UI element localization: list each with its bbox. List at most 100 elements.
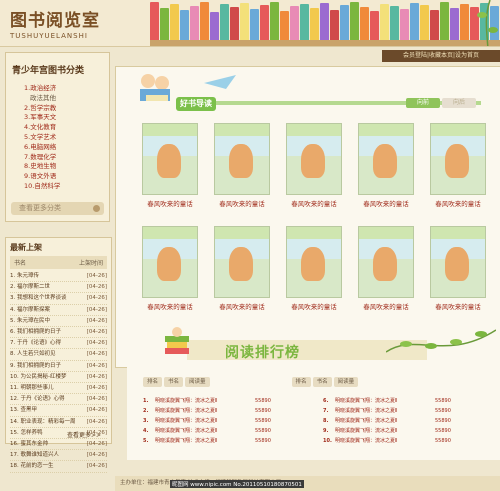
prev-button[interactable]: 向前 (406, 98, 440, 108)
category-item[interactable]: 政法其他 (24, 94, 109, 104)
ranking-column-header: 排名 (143, 377, 163, 387)
book-title[interactable]: 春风吹来的童话 (350, 301, 422, 311)
book-date: [04-26] (86, 418, 107, 425)
list-item[interactable]: 5. 朱元璋在民中 [04-26] (10, 316, 107, 328)
arrow-icon (93, 204, 100, 212)
book-title[interactable]: 春风吹来的童话 (134, 198, 206, 208)
ranking-row[interactable]: 7. 明晓溪旋翼飞翔：流冰之夏Ⅱ 55890 (323, 406, 500, 416)
list-item[interactable]: 6. 我们相拥爬的日子 [04-26] (10, 327, 107, 339)
book-spine (150, 2, 159, 40)
category-box: 青少年宫图书分类 1.政治经济 政法其他 2.哲学宗教 3.军事天文 4.文化教育 5.文… (5, 52, 110, 222)
rank-book: 明晓溪旋翼飞翔：流冰之夏Ⅱ (335, 428, 398, 434)
book-cover[interactable] (358, 226, 414, 298)
category-item[interactable]: 5.文学艺术 (24, 133, 109, 143)
next-button[interactable]: 向后 (442, 98, 476, 108)
more-categories-label: 查看更多分类 (19, 203, 61, 212)
ranking-row[interactable]: 8. 明晓溪旋翼飞翔：流冰之夏Ⅱ 55890 (323, 416, 500, 426)
book-card[interactable]: 春风吹来的童话 (134, 226, 206, 311)
book-cover[interactable] (286, 226, 342, 298)
book-date: [04-26] (86, 373, 107, 380)
book-cover[interactable] (142, 226, 198, 298)
list-item[interactable]: 13. 查黑甲 [04-26] (10, 405, 107, 417)
ranking-column-header: 书名 (312, 377, 332, 387)
book-spine (280, 11, 289, 40)
book-cover[interactable] (214, 226, 270, 298)
ranking-row[interactable]: 10. 明晓溪旋翼飞翔：流冰之夏Ⅱ 55890 (323, 436, 500, 446)
user-links[interactable]: 会员登陆|收藏本页|设为首页 (382, 50, 500, 62)
category-item[interactable]: 7.数理化学 (24, 153, 109, 163)
book-card[interactable]: 春风吹来的童话 (350, 226, 422, 311)
book-title[interactable]: 春风吹来的童话 (350, 198, 422, 208)
rank-book: 明晓溪旋翼飞翔：流冰之夏Ⅱ (155, 428, 218, 434)
list-item[interactable]: 10. 为公民揭秘-红楼梦 [04-26] (10, 372, 107, 384)
list-item[interactable]: 18. 花前的恋一生 [04-26] (10, 461, 107, 473)
list-item[interactable]: 9. 我们相拥爬的日子 [04-26] (10, 361, 107, 372)
ranking-row[interactable]: 4. 明晓溪旋翼飞翔：流冰之夏Ⅱ 55890 (143, 426, 323, 436)
list-item[interactable]: 1. 朱元璋传 [04-26] (10, 271, 107, 283)
book-title[interactable]: 春风吹来的童话 (206, 198, 278, 208)
list-item[interactable]: 4. 福尔摩斯探案 [04-26] (10, 305, 107, 316)
list-item[interactable]: 16. 蜜其东金帅 [04-26] (10, 439, 107, 451)
ranking-column-header: 阅读量 (185, 377, 210, 387)
watermark: 昵图网 www.nipic.com No.20110510180870501 (170, 480, 304, 488)
book-cover[interactable] (430, 123, 486, 195)
list-item[interactable]: 3. 我想和这个世界谈谈 [04-26] (10, 293, 107, 305)
ranking-row[interactable]: 5. 明晓溪旋翼飞翔：流冰之夏Ⅱ 55890 (143, 436, 323, 446)
list-item[interactable]: 12. 于丹《论语》心得 [04-26] (10, 394, 107, 406)
book-title[interactable]: 春风吹来的童话 (134, 301, 206, 311)
ranking-row[interactable]: 3. 明晓溪旋翼飞翔：流冰之夏Ⅱ 55890 (143, 416, 323, 426)
list-item[interactable]: 14. 职业表现：精彩每一周 [04-26] (10, 417, 107, 428)
book-title[interactable]: 春风吹来的童话 (278, 301, 350, 311)
ranking-title: 阅读排行榜 (225, 345, 300, 361)
book-card[interactable]: 春风吹来的童话 (206, 226, 278, 311)
ranking-header: 排名 书名 阅读量 排名 书名 阅读量 (143, 377, 359, 387)
book-card[interactable]: 春风吹来的童话 (278, 226, 350, 311)
ranking-row[interactable]: 2. 明晓溪旋翼飞翔：流冰之夏Ⅱ 55890 (143, 406, 323, 416)
rank-count: 55890 (435, 438, 451, 444)
book-cover[interactable] (430, 226, 486, 298)
book-cover[interactable] (286, 123, 342, 195)
ranking-row[interactable]: 6. 明晓溪旋翼飞翔：流冰之夏Ⅱ 55890 (323, 396, 500, 406)
category-item[interactable]: 10.自然科学 (24, 182, 109, 192)
book-spine (190, 6, 199, 40)
book-grid: 春风吹来的童话 春风吹来的童话 春风吹来的童话 春风吹来的童话 春风吹来的童话 春风吹来的… (134, 123, 494, 311)
book-card[interactable]: 春风吹来的童话 (422, 123, 494, 208)
book-title[interactable]: 春风吹来的童话 (422, 301, 494, 311)
book-card[interactable]: 春风吹来的童话 (206, 123, 278, 208)
category-item[interactable]: 8.史地生物 (24, 162, 109, 172)
book-title[interactable]: 春风吹来的童话 (278, 198, 350, 208)
category-item[interactable]: 1.政治经济 (24, 84, 109, 94)
rank-book: 明晓溪旋翼飞翔：流冰之夏Ⅱ (155, 408, 218, 414)
ranking-column-header: 排名 (291, 377, 311, 387)
list-item[interactable]: 2. 福尔摩斯二世 [04-26] (10, 282, 107, 294)
book-title[interactable]: 春风吹来的童话 (422, 198, 494, 208)
category-item[interactable]: 9.语文外语 (24, 172, 109, 182)
logo[interactable]: 图书阅览室 TUSHUYUELANSHI (10, 6, 100, 40)
rank-count: 55890 (435, 418, 451, 424)
book-spine (290, 6, 299, 40)
category-item[interactable]: 4.文化教育 (24, 123, 109, 133)
category-item[interactable]: 3.军事天文 (24, 113, 109, 123)
list-item[interactable]: 11. 明朝那些事儿 [04-26] (10, 383, 107, 395)
book-title[interactable]: 春风吹来的童话 (206, 301, 278, 311)
list-item[interactable]: 8. 人生若只如初见 [04-26] (10, 349, 107, 361)
book-cover[interactable] (358, 123, 414, 195)
book-cover[interactable] (214, 123, 270, 195)
book-card[interactable]: 春风吹来的童话 (278, 123, 350, 208)
book-name: 4. 福尔摩斯探案 (10, 306, 50, 313)
ranking-row[interactable]: 1. 明晓溪旋翼飞翔：流冰之夏Ⅱ 55890 (143, 396, 323, 406)
category-item[interactable]: 2.哲学宗教 (24, 104, 109, 114)
book-card[interactable]: 春风吹来的童话 (350, 123, 422, 208)
book-card[interactable]: 春风吹来的童话 (134, 123, 206, 208)
category-item[interactable]: 6.电脑网络 (24, 143, 109, 153)
book-card[interactable]: 春风吹来的童话 (422, 226, 494, 311)
vine-icon (386, 329, 496, 353)
book-spine (250, 9, 259, 40)
list-item[interactable]: 7. 于丹《论语》心得 [04-26] (10, 338, 107, 350)
list-item[interactable]: 17. 歌舞谁知道兴人 [04-26] (10, 450, 107, 462)
rank-book: 明晓溪旋翼飞翔：流冰之夏Ⅱ (155, 418, 218, 424)
book-cover[interactable] (142, 123, 198, 195)
more-new-books-link[interactable]: 查看更多>> (67, 430, 101, 439)
ranking-row[interactable]: 9. 明晓溪旋翼飞翔：流冰之夏Ⅱ 55890 (323, 426, 500, 436)
more-categories-button[interactable]: 查看更多分类 (11, 201, 104, 215)
